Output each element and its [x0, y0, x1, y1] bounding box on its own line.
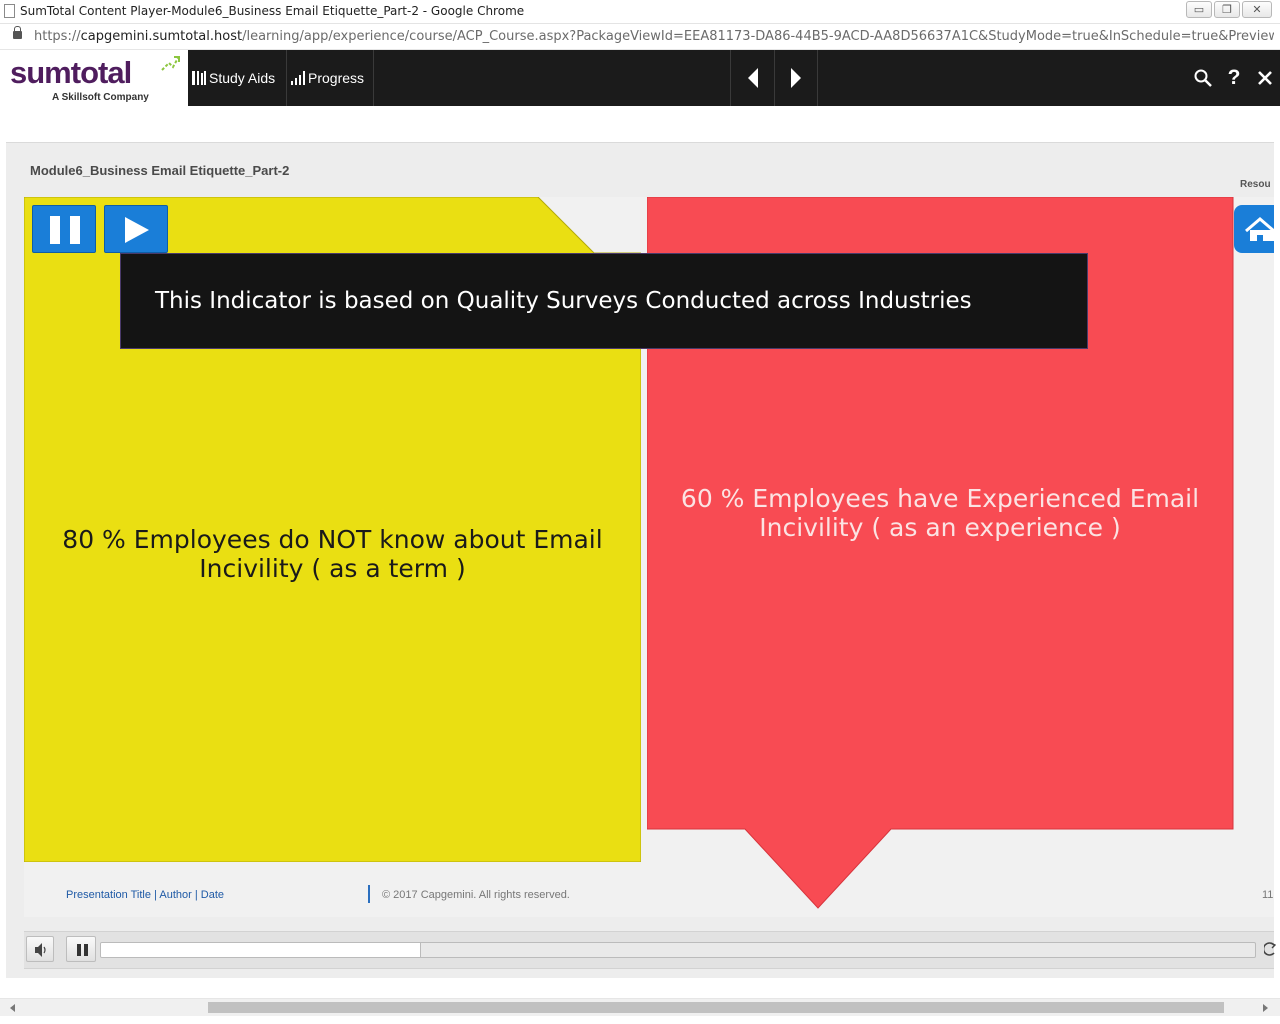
restore-icon: ❐ [1222, 3, 1232, 16]
study-aids-label: Study Aids [209, 70, 276, 86]
study-aids-icon [191, 70, 207, 86]
progress-button[interactable]: Progress [287, 50, 374, 106]
minimize-button[interactable]: ▭ [1186, 1, 1212, 18]
footer-divider [368, 885, 370, 903]
window-titlebar: SumTotal Content Player-Module6_Business… [0, 0, 1280, 24]
close-icon: ✕ [1252, 3, 1262, 16]
close-icon [1258, 71, 1272, 85]
reload-icon[interactable] [1264, 940, 1276, 958]
resources-link[interactable]: Resou [1240, 179, 1271, 190]
footer-separator: | [191, 889, 201, 901]
url-path: /learning/app/experience/course/ACP_Cour… [242, 29, 1274, 44]
progress-icon [290, 70, 306, 86]
footer-links: Presentation Title | Author | Date [66, 889, 224, 901]
playback-controls [24, 931, 1276, 969]
slide-play-button[interactable] [104, 205, 168, 253]
home-button[interactable] [1234, 205, 1274, 253]
scrollbar-thumb[interactable] [208, 1002, 1224, 1013]
module-title: Module6_Business Email Etiquette_Part-2 [30, 163, 290, 178]
url-host: capgemini.sumtotal.host [80, 29, 243, 44]
restore-button[interactable]: ❐ [1214, 1, 1240, 18]
chevron-left-icon [747, 68, 758, 88]
lock-icon [13, 26, 22, 39]
study-aids-button[interactable]: Study Aids [188, 50, 287, 106]
footer-presentation-title: Presentation Title [66, 889, 151, 901]
sumtotal-logo[interactable]: sumtotal A Skillsoft Company [0, 50, 188, 106]
next-button[interactable] [774, 50, 818, 106]
speaker-icon [35, 943, 46, 957]
slide-canvas: 80 % Employees do NOT know about Email I… [24, 197, 1274, 917]
address-bar[interactable]: https://capgemini.sumtotal.host/learning… [0, 24, 1280, 50]
progress-label: Progress [308, 70, 365, 86]
footer-date: Date [200, 889, 225, 901]
slide-pause-button[interactable] [32, 205, 96, 253]
play-icon [125, 217, 149, 243]
page-number: 11 [1262, 889, 1274, 901]
home-icon [1245, 217, 1274, 241]
red-statement: 60 % Employees have Experienced Email In… [680, 484, 1200, 542]
search-icon [1194, 69, 1212, 87]
chevron-right-icon [791, 68, 801, 88]
horizontal-scrollbar[interactable] [0, 998, 1280, 1016]
scroll-right-icon[interactable] [1263, 1004, 1268, 1012]
playback-progress-fill [101, 943, 421, 957]
player-stage: Module6_Business Email Etiquette_Part-2 … [6, 142, 1276, 978]
logo-mark-icon [161, 56, 180, 71]
help-button[interactable]: ? [1219, 50, 1249, 106]
logo-subtitle: A Skillsoft Company [52, 92, 149, 103]
window-controls: ▭ ❐ ✕ [1184, 1, 1272, 18]
volume-button[interactable] [26, 936, 54, 962]
logo-text: sumtotal [10, 55, 132, 90]
close-player-button[interactable] [1250, 50, 1280, 106]
app-navbar: sumtotal A Skillsoft Company Study Aids … [0, 50, 1280, 106]
footer-copyright: © 2017 Capgemini. All rights reserved. [382, 889, 570, 901]
page-icon [4, 4, 15, 18]
help-icon: ? [1227, 66, 1241, 89]
minimize-icon: ▭ [1193, 3, 1205, 16]
yellow-statement: 80 % Employees do NOT know about Email I… [62, 525, 603, 583]
window-title: SumTotal Content Player-Module6_Business… [20, 4, 525, 18]
caption-box: This Indicator is based on Quality Surve… [120, 253, 1088, 349]
playback-pause-button[interactable] [66, 936, 96, 962]
url-scheme: https:// [34, 29, 81, 44]
previous-button[interactable] [730, 50, 774, 106]
footer-author: Author [159, 889, 192, 901]
scroll-left-icon[interactable] [10, 1004, 15, 1012]
window-close-button[interactable]: ✕ [1242, 1, 1272, 18]
url-field[interactable]: https://capgemini.sumtotal.host/learning… [34, 29, 1274, 44]
playback-progress-bar[interactable] [100, 942, 1256, 958]
search-button[interactable] [1188, 50, 1218, 106]
caption-text: This Indicator is based on Quality Surve… [155, 288, 972, 314]
